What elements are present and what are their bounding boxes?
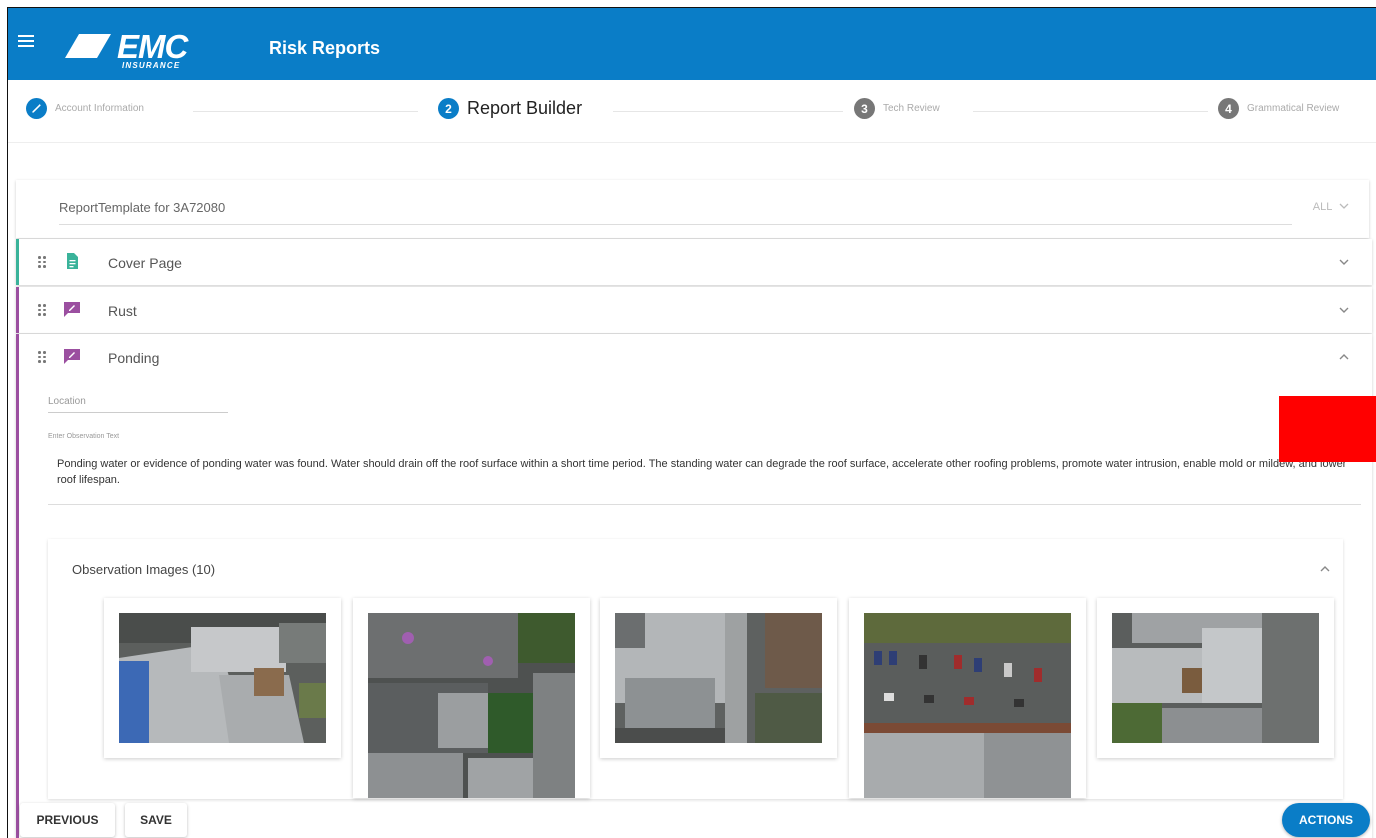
aerial-photo <box>1112 613 1319 743</box>
observation-image-thumbnail[interactable] <box>1097 598 1334 758</box>
step-label: Tech Review <box>883 103 940 114</box>
drag-handle-icon[interactable] <box>38 351 46 363</box>
hamburger-menu-icon[interactable] <box>18 35 34 47</box>
location-label: Location <box>48 396 86 407</box>
location-input[interactable] <box>48 412 228 413</box>
template-title: ReportTemplate for 3A72080 <box>59 200 226 215</box>
step-label: Grammatical Review <box>1247 103 1340 114</box>
comment-edit-icon <box>64 349 80 364</box>
logo-mark-icon <box>65 34 111 58</box>
section-header[interactable]: Rust <box>19 287 1372 333</box>
previous-button[interactable]: PREVIOUS <box>20 803 115 837</box>
chevron-down-icon[interactable] <box>1338 256 1350 268</box>
save-button[interactable]: SAVE <box>125 803 187 837</box>
comment-edit-icon <box>64 302 80 317</box>
section-header[interactable]: Cover Page <box>19 239 1372 285</box>
step-grammatical-review[interactable]: 4 Grammatical Review <box>1218 98 1339 119</box>
drag-handle-icon[interactable] <box>38 304 46 316</box>
step-number: 4 <box>1218 98 1239 119</box>
section-cover-page[interactable]: Cover Page <box>16 239 1372 285</box>
observation-label: Enter Observation Text <box>48 433 120 440</box>
aerial-photo <box>368 613 575 798</box>
observation-image-thumbnail[interactable] <box>600 598 837 758</box>
aerial-photo <box>615 613 822 743</box>
document-icon <box>67 253 78 269</box>
images-title: Observation Images (10) <box>72 562 216 577</box>
pencil-icon <box>26 98 47 119</box>
step-tech-review[interactable]: 3 Tech Review <box>854 98 940 119</box>
filter-value: ALL <box>1312 201 1332 213</box>
step-connector <box>973 111 1208 112</box>
aerial-photo <box>864 613 1071 798</box>
red-marker-box <box>1279 396 1376 462</box>
actions-button[interactable]: ACTIONS <box>1282 803 1370 837</box>
logo-subtext: INSURANCE <box>122 61 181 70</box>
section-rust[interactable]: Rust <box>16 287 1372 333</box>
aerial-photo <box>119 613 326 743</box>
section-label: Cover Page <box>108 255 182 271</box>
step-number: 2 <box>438 98 459 119</box>
progress-stepper: Account Information 2 Report Builder 3 T… <box>8 80 1376 143</box>
app-header: EMC INSURANCE Risk Reports <box>8 8 1376 80</box>
emc-logo: EMC INSURANCE <box>65 28 215 74</box>
step-connector <box>613 111 843 112</box>
template-underline <box>59 224 1292 225</box>
report-template-panel: ReportTemplate for 3A72080 ALL <box>16 180 1369 238</box>
chevron-down-icon <box>1339 203 1349 209</box>
step-number: 3 <box>854 98 875 119</box>
section-label: Ponding <box>108 350 160 366</box>
step-label: Report Builder <box>467 98 583 118</box>
app-title: Risk Reports <box>269 38 381 58</box>
observation-image-thumbnail[interactable] <box>104 598 341 758</box>
step-report-builder[interactable]: 2 Report Builder <box>438 98 582 119</box>
observation-images-panel: Observation Images (10) <box>48 539 1343 799</box>
section-label: Rust <box>108 303 137 319</box>
drag-handle-icon[interactable] <box>38 256 46 268</box>
chevron-down-icon[interactable] <box>1338 304 1350 316</box>
observation-image-thumbnail[interactable] <box>849 598 1086 798</box>
section-ponding: Ponding Location Enter Observation Text … <box>16 334 1372 838</box>
template-filter-select[interactable]: ALL <box>1313 201 1349 213</box>
section-header[interactable]: Ponding <box>19 334 1372 380</box>
observation-text-input[interactable]: Ponding water or evidence of ponding wat… <box>57 456 1362 488</box>
step-label: Account Information <box>55 103 144 114</box>
chevron-up-icon[interactable] <box>1338 351 1350 363</box>
chevron-up-icon[interactable] <box>1319 563 1331 575</box>
step-connector <box>193 111 418 112</box>
observation-image-thumbnail[interactable] <box>353 598 590 798</box>
app-window: EMC INSURANCE Risk Reports Account Infor… <box>7 7 1376 838</box>
observation-underline <box>48 504 1361 505</box>
step-account-information[interactable]: Account Information <box>26 98 144 119</box>
